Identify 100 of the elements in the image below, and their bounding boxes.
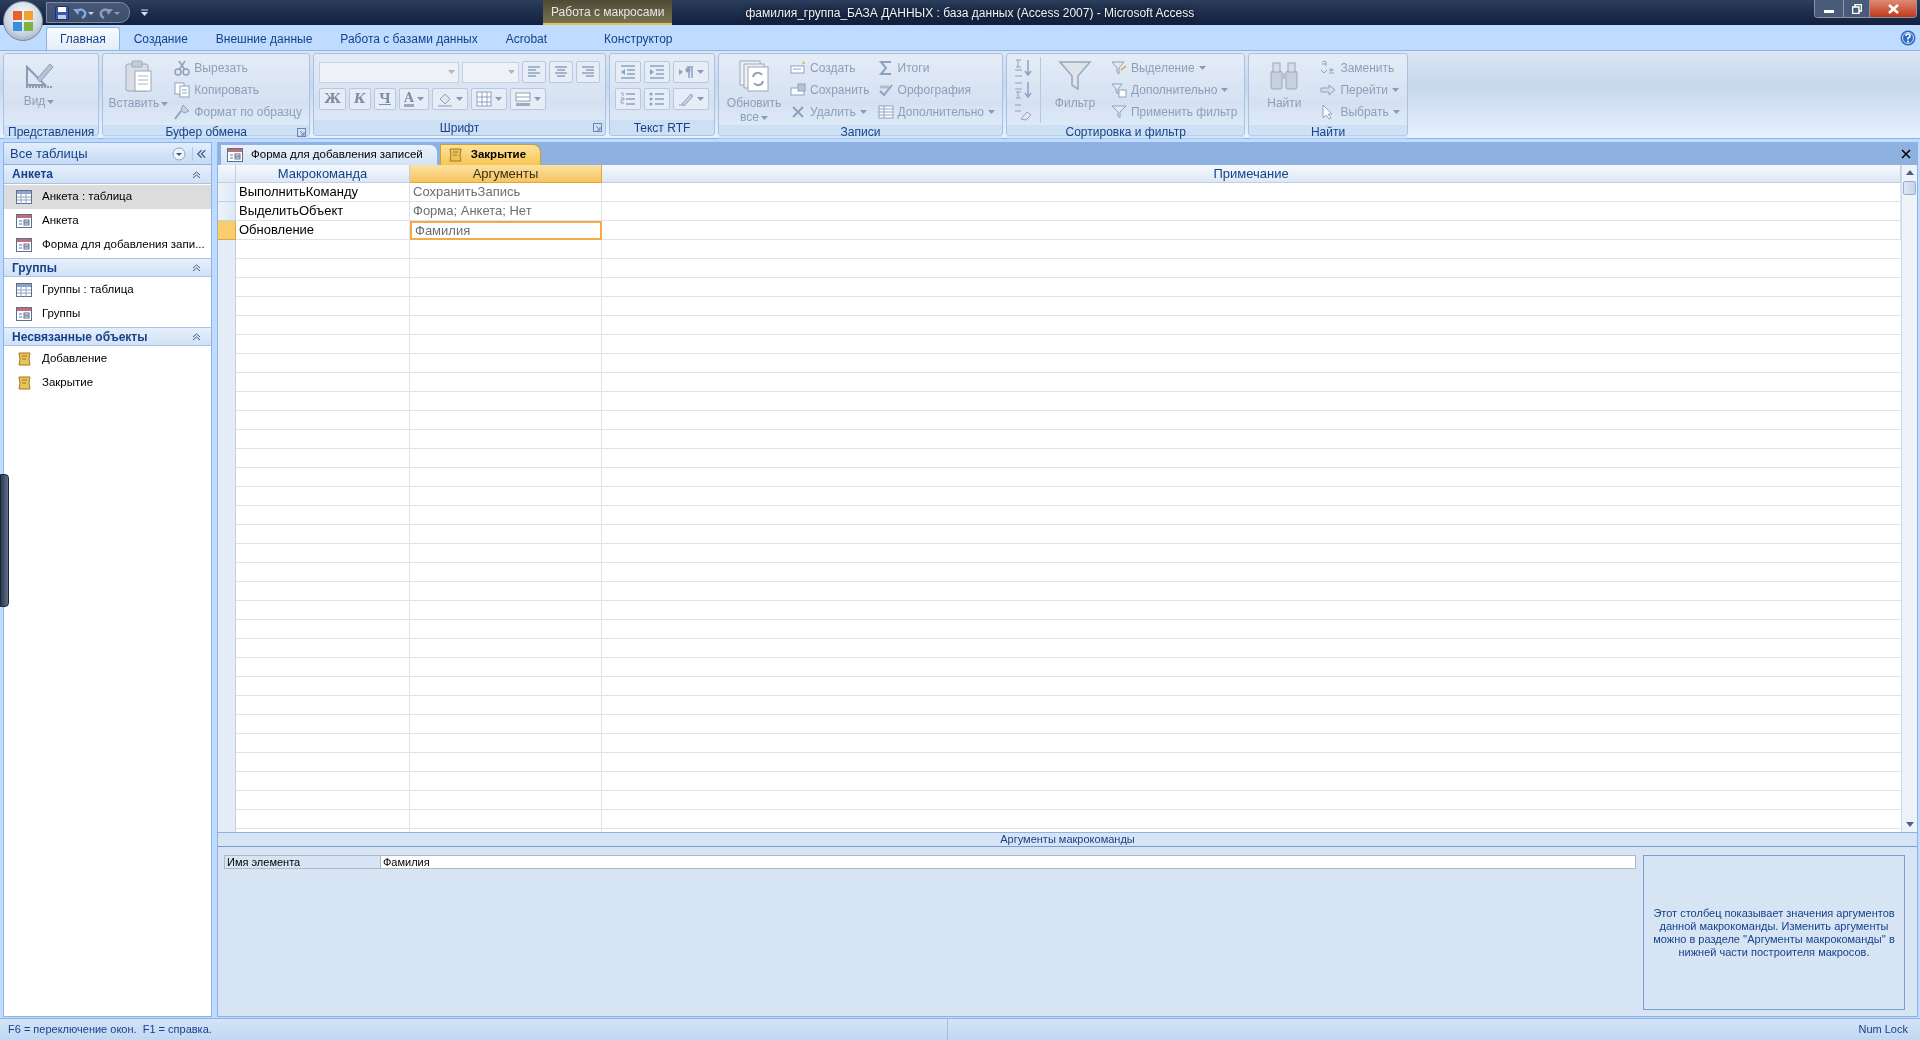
align-left-icon [526,66,541,78]
align-center-icon [553,66,568,78]
increase-indent-icon [648,65,665,79]
format-button[interactable] [510,88,547,110]
navigation-group-header[interactable]: Анкета [4,165,211,184]
caret-icon [1391,88,1399,92]
sort-button[interactable] [1012,79,1034,101]
format-button[interactable] [614,61,641,83]
ribbon-tab[interactable]: Конструктор [583,27,694,50]
caret-icon [1198,66,1206,70]
row-selector[interactable] [218,183,236,202]
caret-icon [456,97,464,101]
caret-icon [696,70,704,74]
scroll-icon [16,375,32,391]
navigation-item[interactable]: Анкета [4,209,211,233]
format-button[interactable] [575,61,600,83]
format-button[interactable] [614,88,641,110]
navigation-item[interactable]: Анкета : таблица [4,185,211,209]
decrease-indent-icon [619,65,636,79]
format-button[interactable] [643,61,670,83]
format-button[interactable] [643,88,670,110]
scroll-icon [16,351,32,367]
table-cell[interactable]: ВыделитьОбъект [236,202,410,221]
caret-icon [696,97,704,101]
redo-icon[interactable] [99,5,121,20]
format-button[interactable] [672,88,709,110]
save-icon[interactable] [55,5,69,20]
office-button[interactable] [3,1,43,41]
new-record-icon [789,60,806,76]
table-icon [877,104,894,120]
caret-icon [760,115,768,120]
table-cell[interactable] [602,202,1901,221]
vertical-scrollbar[interactable] [1901,165,1917,832]
caret-icon [47,99,55,104]
format-button[interactable]: К [349,88,372,110]
help-icon[interactable] [1900,30,1916,46]
font-combo-box[interactable] [461,61,519,83]
table-cell[interactable]: СохранитьЗапись [410,183,602,202]
document-tab[interactable]: Форма для добавления записей [220,144,438,165]
ribbon-tab[interactable]: Acrobat [491,27,562,50]
ribbon-tab[interactable]: Главная [46,27,120,50]
caret-icon [507,70,515,74]
collapsed-panel-handle[interactable] [0,474,9,607]
format-button[interactable] [672,61,709,83]
dropdown-circle-icon[interactable] [172,146,186,161]
select-all-corner[interactable] [218,165,236,183]
format-button[interactable] [471,88,508,110]
font-combo-box[interactable] [318,61,459,83]
navigation-item[interactable]: Форма для добавления запи... [4,233,211,257]
navigation-item[interactable]: Группы [4,302,211,326]
column-header[interactable]: Примечание [602,165,1901,183]
delete-icon [789,104,806,120]
ribbon-group-label: Буфер обмена [165,125,247,139]
caret-icon [534,97,542,101]
sort-button[interactable] [1012,101,1034,123]
minimize-icon [1824,10,1834,13]
collapse-pane-icon[interactable] [192,146,208,161]
format-button[interactable] [432,88,469,110]
dialog-launcher-icon[interactable] [592,123,602,132]
ribbon-tab[interactable]: Внешние данные [201,27,327,50]
navigation-item[interactable]: Добавление [4,347,211,371]
format-button[interactable] [521,61,546,83]
ribbon-tab[interactable]: Создание [119,27,202,50]
restore-button[interactable] [1843,0,1869,17]
navigation-group-header[interactable]: Группы [4,258,211,277]
row-selector[interactable] [218,202,236,221]
clipboard-icon [123,59,154,93]
navigation-group-header[interactable]: Несвязанные объекты [4,327,211,346]
column-header[interactable]: Аргументы [410,165,602,183]
close-document-icon[interactable] [1901,149,1911,159]
arrow-right-icon [1320,82,1337,98]
funnel-icon [1058,59,1092,93]
format-button[interactable] [548,61,573,83]
ribbon-tab[interactable]: Работа с базами данных [326,27,492,50]
minimize-button[interactable] [1815,0,1843,17]
close-icon [1887,3,1899,14]
caret-icon [859,110,867,114]
table-cell[interactable]: Форма; Анкета; Нет [410,202,602,221]
document-tab[interactable]: Закрытие [439,144,542,165]
navigation-item[interactable]: Группы : таблица [4,278,211,302]
close-button[interactable] [1869,0,1916,17]
ribbon-group-label: Представления [8,125,95,139]
caret-icon [1221,88,1229,92]
funnel-form-icon [1111,82,1127,98]
format-button[interactable]: Ж [318,88,347,110]
sort-button[interactable] [1012,57,1034,79]
dialog-launcher-icon[interactable] [296,128,306,137]
format-button[interactable]: Ч [374,88,397,110]
gridlines-icon [515,91,532,107]
customize-toolbar-icon[interactable] [140,9,149,17]
table-cell[interactable]: ВыполнитьКоманду [236,183,410,202]
sigma-icon [877,60,894,76]
table-cell[interactable]: Фамилия [410,221,602,240]
navigation-item[interactable]: Закрытие [4,371,211,395]
format-button[interactable]: A [399,88,430,110]
table-cell[interactable] [602,183,1901,202]
scroll-thumb[interactable] [1903,181,1916,195]
column-header[interactable]: Макрокоманда [236,165,410,183]
row-selector[interactable] [218,221,236,240]
align-right-icon [580,66,595,78]
